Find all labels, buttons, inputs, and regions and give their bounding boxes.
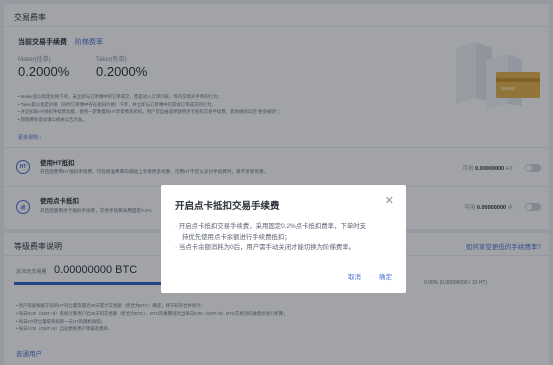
trading-fee-page: 交易费率 当前交易手续费 阶梯费率 Maker(挂单) 0.2000% Take… bbox=[0, 0, 553, 365]
point-card-modal: 开启点卡抵扣交易手续费 ✕ · 开启点卡抵扣交易手续费，采用固定0.2%点卡抵扣… bbox=[161, 185, 406, 293]
modal-body-line: 持优先使用点卡余额进行手续费抵扣； bbox=[182, 233, 291, 241]
cancel-button[interactable]: 取消 bbox=[348, 271, 361, 281]
confirm-button[interactable]: 确定 bbox=[379, 271, 392, 281]
modal-title: 开启点卡抵扣交易手续费 bbox=[175, 201, 280, 212]
modal-body-line: · 开启点卡抵扣交易手续费，采用固定0.2%点卡抵扣费率，下单时支 bbox=[175, 223, 367, 230]
close-icon[interactable]: ✕ bbox=[385, 196, 394, 207]
modal-overlay[interactable] bbox=[0, 0, 553, 365]
modal-body: · 开启点卡抵扣交易手续费，采用固定0.2%点卡抵扣费率，下单时支 持优先使用点… bbox=[175, 222, 395, 254]
modal-body-line: · 当点卡余额消耗为0后，用户需手动关闭才能切换为阶梯费率。 bbox=[175, 244, 356, 252]
